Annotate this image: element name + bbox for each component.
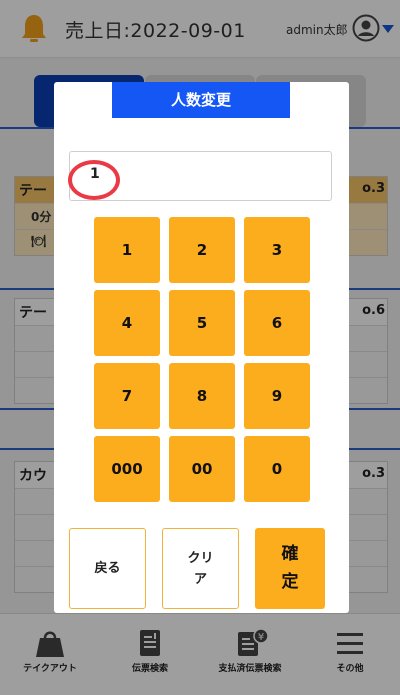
key-2[interactable]: 2 (169, 217, 235, 283)
confirm-label-line2: 定 (281, 572, 299, 592)
key-00[interactable]: 00 (169, 436, 235, 502)
key-5[interactable]: 5 (169, 290, 235, 356)
key-000[interactable]: 000 (94, 436, 160, 502)
key-8[interactable]: 8 (169, 363, 235, 429)
key-7[interactable]: 7 (94, 363, 160, 429)
key-6[interactable]: 6 (244, 290, 310, 356)
key-4[interactable]: 4 (94, 290, 160, 356)
key-9[interactable]: 9 (244, 363, 310, 429)
key-3[interactable]: 3 (244, 217, 310, 283)
back-button[interactable]: 戻る (69, 528, 146, 609)
highlight-circle (68, 160, 120, 200)
confirm-button[interactable]: 確 定 (255, 528, 325, 609)
confirm-label-line1: 確 (281, 544, 299, 564)
clear-label-line1: クリ (187, 551, 214, 566)
party-size-dialog: 人数変更 1 1 2 3 4 5 6 7 8 9 000 00 0 戻る クリ … (54, 82, 349, 613)
clear-button[interactable]: クリ ア (162, 528, 239, 609)
clear-label-line2: ア (193, 572, 207, 587)
key-0[interactable]: 0 (244, 436, 310, 502)
key-1[interactable]: 1 (94, 217, 160, 283)
dialog-title: 人数変更 (112, 82, 290, 118)
